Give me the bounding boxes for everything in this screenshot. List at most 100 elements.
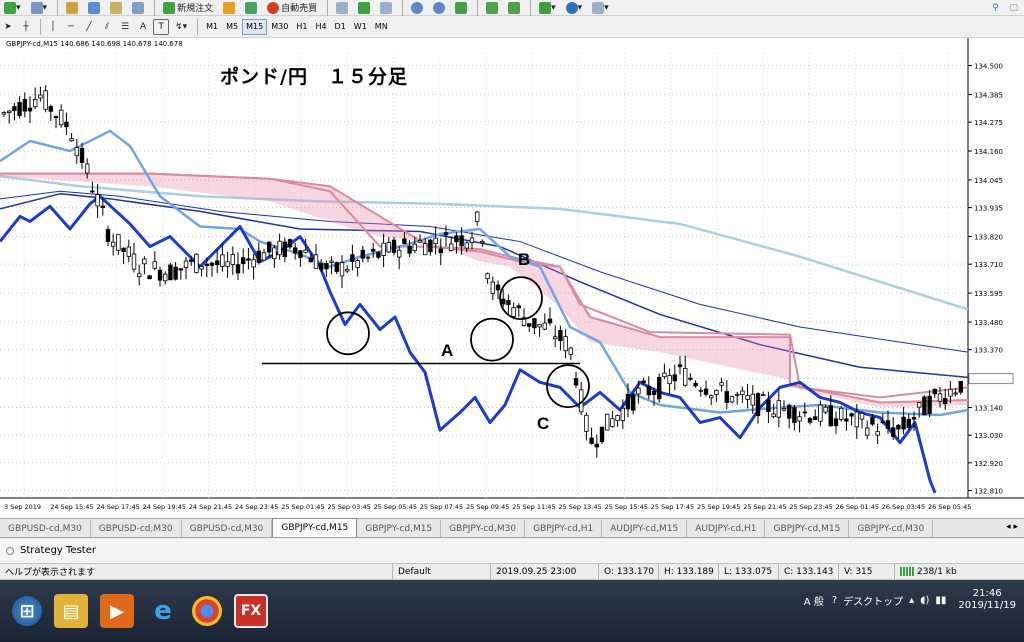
candle-body <box>766 399 771 412</box>
terminal-button[interactable] <box>128 0 148 16</box>
candle-body <box>875 431 880 436</box>
symbol-info: GBPJPY-cd,M15 140.686 140.698 140.678 14… <box>6 40 183 48</box>
candle-body <box>527 323 532 327</box>
zoom-in-button[interactable] <box>407 0 427 16</box>
crosshair-tool[interactable]: ┼ <box>18 19 34 35</box>
chart-tab[interactable]: GBPUSD-cd,M30 <box>0 520 91 537</box>
fx-app-icon[interactable]: FX <box>234 594 268 628</box>
timeframe-m30[interactable]: M30 <box>267 19 292 35</box>
chart-tab[interactable]: GBPJPY-cd,M15 <box>272 518 358 537</box>
data-window-button[interactable] <box>84 0 104 16</box>
volume-icon[interactable]: ◖) <box>920 595 929 606</box>
periods-button[interactable]: ▾ <box>562 0 587 16</box>
templates-button[interactable]: ▾ <box>588 0 613 16</box>
chrome-icon[interactable] <box>192 596 222 626</box>
chart-tab[interactable]: GBPJPY-cd,H1 <box>525 520 603 537</box>
autoscroll-button[interactable] <box>482 0 502 16</box>
chat-icon[interactable]: ▢ <box>1005 0 1022 16</box>
price-label: 133.710 <box>974 261 1003 269</box>
candle-body <box>313 254 319 269</box>
timeframe-m15[interactable]: M15 <box>242 18 268 35</box>
indicators-button[interactable]: ▾ <box>535 0 560 16</box>
strategy-tester-bar[interactable]: Strategy Tester <box>0 538 1024 564</box>
bar-chart-button[interactable] <box>332 0 352 16</box>
price-label: 133.595 <box>974 290 1003 298</box>
ime-indicator[interactable]: A 般 <box>804 593 824 608</box>
candle-body <box>329 260 334 263</box>
timeframe-h1[interactable]: H1 <box>292 19 311 35</box>
chart-tab[interactable]: GBPJPY-cd,M30 <box>849 520 934 537</box>
line-chart-button[interactable] <box>376 0 396 16</box>
tray-overflow-icon[interactable]: ▴ <box>909 595 914 606</box>
horizontal-line-tool[interactable]: ─ <box>63 19 79 35</box>
time-label: 3 Sep 2019 <box>4 503 41 511</box>
candle-body <box>937 393 943 402</box>
candle-chart-button[interactable] <box>354 0 374 16</box>
candle-body <box>891 427 896 437</box>
chart-tab[interactable]: GBPJPY-cd,M30 <box>441 520 526 537</box>
chart-tab[interactable]: GBPUSD-cd,M30 <box>182 520 273 537</box>
chart-tab[interactable]: AUDJPY-cd,M15 <box>602 520 688 537</box>
chart-shift-button[interactable] <box>504 0 524 16</box>
explorer-icon[interactable]: ▤ <box>54 594 88 628</box>
chart-tab[interactable]: AUDJPY-cd,H1 <box>687 520 766 537</box>
timeframe-h4[interactable]: H4 <box>311 19 330 35</box>
candle-body <box>121 247 126 252</box>
desktop-toolbar-label[interactable]: デスクトップ <box>843 593 903 608</box>
help-icon[interactable]: ? <box>832 595 837 606</box>
price-chart[interactable]: 134.500 134.385 134.275 134.160 134.045 133.9… <box>0 38 1024 518</box>
candle-body <box>69 138 74 142</box>
options-button[interactable] <box>241 0 261 16</box>
zoom-out-button[interactable] <box>429 0 449 16</box>
candle-body <box>558 329 563 342</box>
candle-body <box>277 240 282 256</box>
timeframe-d1[interactable]: D1 <box>331 19 350 35</box>
candle-body <box>927 395 932 414</box>
new-order-button[interactable]: 新規注文 <box>159 0 217 16</box>
clock-date: 2019/11/19 <box>958 600 1016 611</box>
fibonacci-tool[interactable]: ☰ <box>117 19 133 35</box>
navigator-button[interactable] <box>106 0 126 16</box>
vertical-line-tool[interactable]: │ <box>45 19 61 35</box>
time-label: 25 Sep 09:45 <box>466 503 509 511</box>
candle-body <box>173 266 178 280</box>
chart-tab[interactable]: GBPJPY-cd,M15 <box>357 520 442 537</box>
candle-body <box>251 259 256 268</box>
new-chart-button[interactable]: ▾ <box>0 0 25 16</box>
text-tool[interactable]: A <box>135 19 151 35</box>
candle-body <box>350 254 355 262</box>
clock[interactable]: 21:46 2019/11/19 <box>958 588 1016 612</box>
search-icon[interactable]: ⚲ <box>987 0 1003 16</box>
channel-tool[interactable]: ⫽ <box>99 19 115 35</box>
text-label-tool[interactable]: T <box>153 18 170 35</box>
timeframe-m1[interactable]: M1 <box>202 19 222 35</box>
tile-windows-button[interactable] <box>451 0 471 16</box>
timeframe-m5[interactable]: M5 <box>222 19 242 35</box>
chart-tabs: GBPUSD-cd,M30 GBPUSD-cd,M30 GBPUSD-cd,M30 G… <box>0 518 1024 538</box>
candle-body <box>1 112 7 115</box>
arrows-tool[interactable]: ↯▾ <box>171 19 191 35</box>
timeframe-w1[interactable]: W1 <box>350 19 371 35</box>
network-icon[interactable]: ▮▮ <box>935 595 946 606</box>
timeframe-mn[interactable]: MN <box>371 19 392 35</box>
chart-tab[interactable]: GBPJPY-cd,M15 <box>765 520 850 537</box>
candle-body <box>131 253 137 270</box>
cursor-tool[interactable]: ➤ <box>0 19 16 35</box>
candle-body <box>698 389 703 392</box>
auto-trade-button[interactable]: 自動売買 <box>263 0 321 16</box>
trendline-tool[interactable]: ╱ <box>81 19 97 35</box>
tab-scroll-arrow-icon[interactable]: ◂ ▸ <box>1006 522 1018 532</box>
main-toolbar: ▾ ▾ 新規注文 自動売買 ▾ ▾ ▾ ⚲ ▢ <box>0 0 1024 16</box>
traffic-label: 238/1 kb <box>917 566 957 577</box>
media-player-icon[interactable]: ▶ <box>100 594 134 628</box>
profiles-button[interactable]: ▾ <box>27 0 52 16</box>
chart-canvas[interactable]: 134.500 134.385 134.275 134.160 134.045 133.9… <box>0 38 1024 518</box>
chart-tab[interactable]: GBPUSD-cd,M30 <box>91 520 182 537</box>
internet-explorer-icon[interactable]: e <box>146 594 180 628</box>
candle-body <box>641 380 646 383</box>
market-watch-button[interactable] <box>62 0 82 16</box>
metaeditor-button[interactable] <box>219 0 239 16</box>
candle-body <box>948 388 953 397</box>
start-button-icon[interactable]: ⊞ <box>12 596 42 626</box>
price-label: 133.370 <box>974 347 1003 355</box>
